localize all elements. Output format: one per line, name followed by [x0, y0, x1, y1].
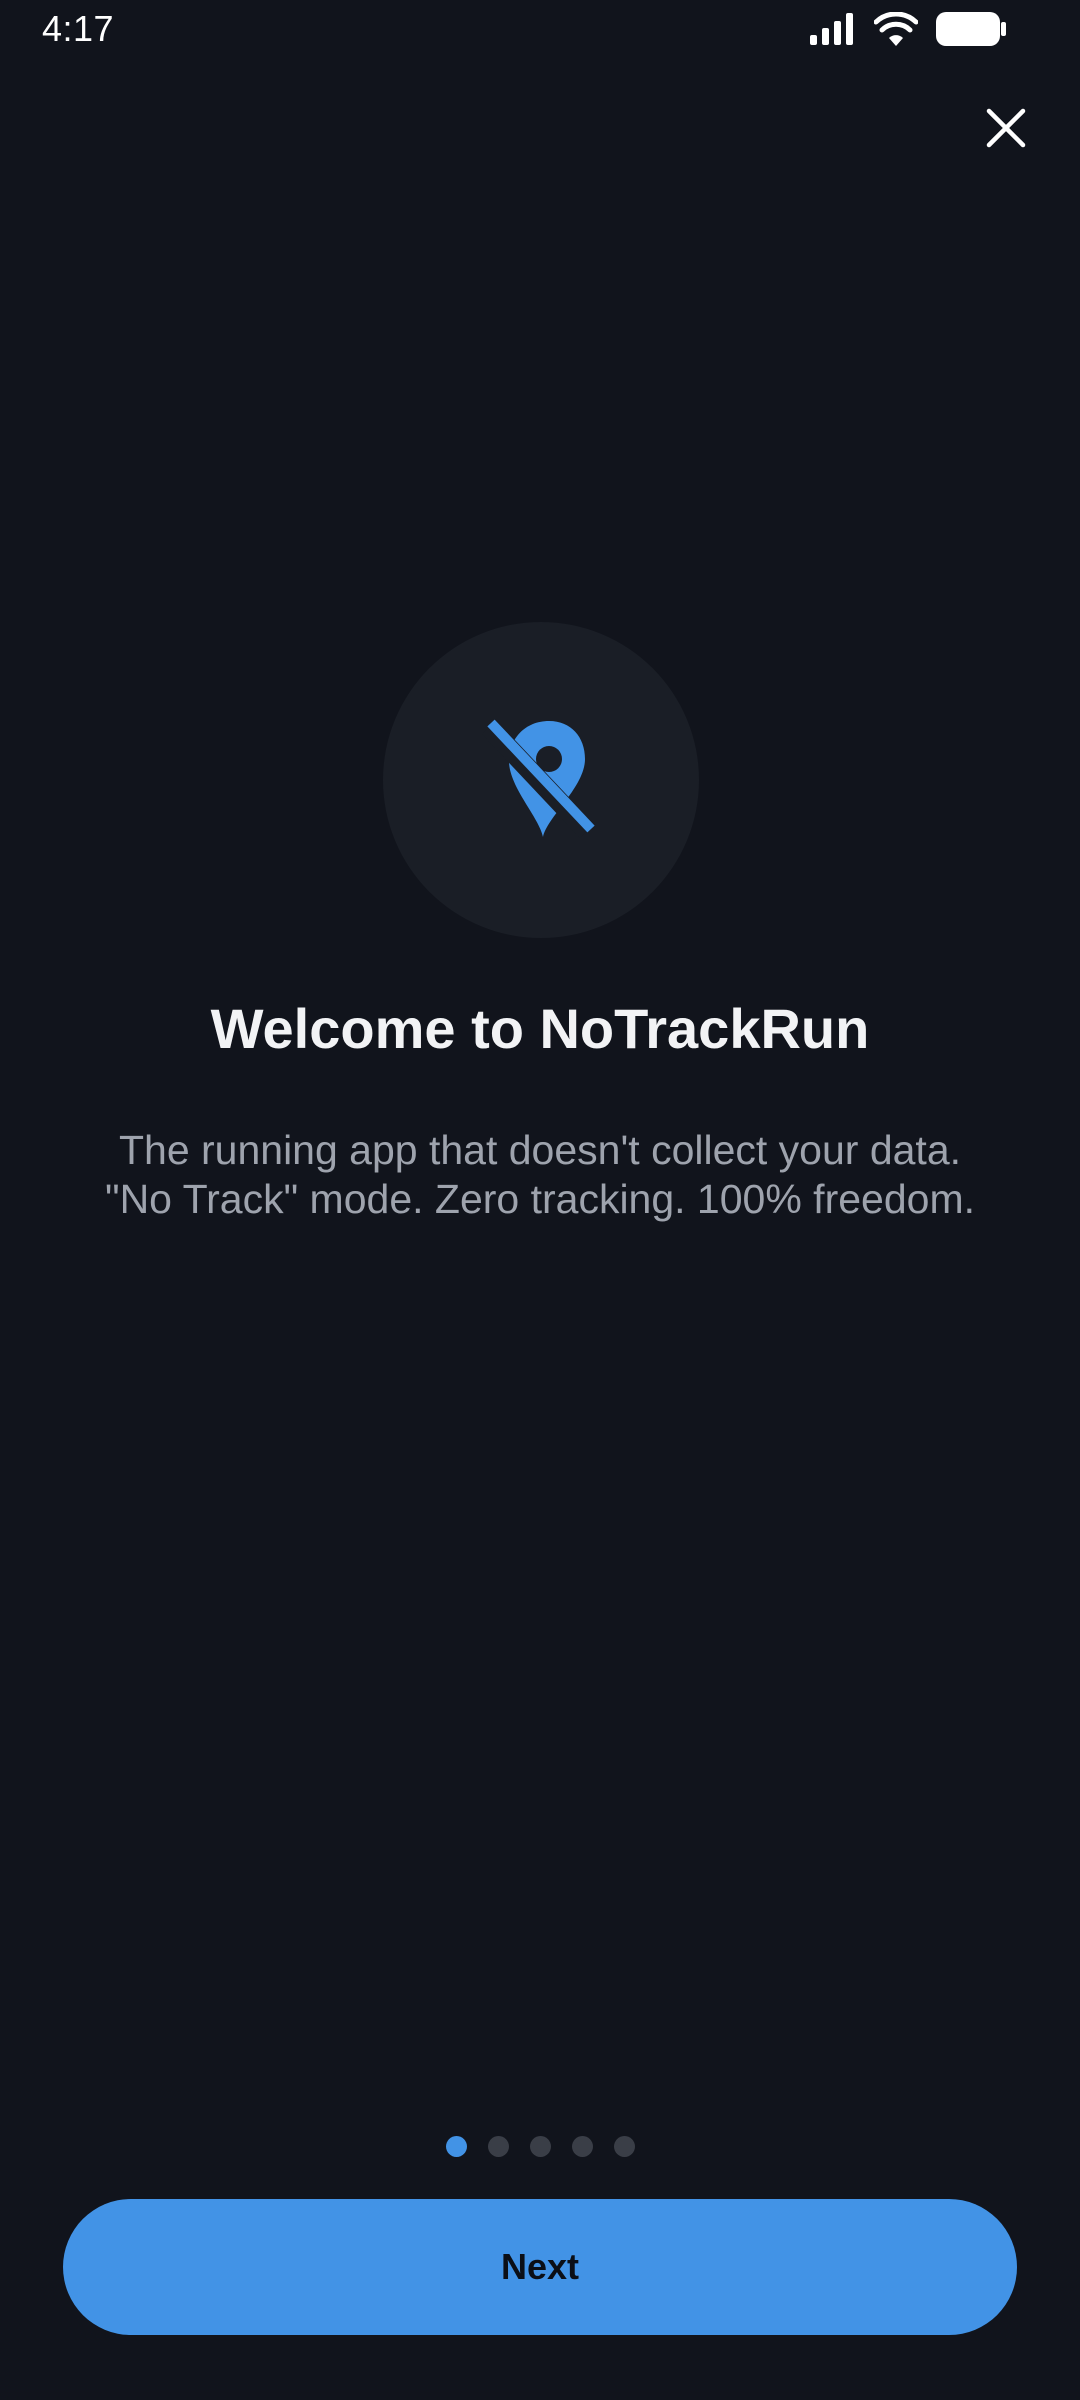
subtitle-line: "No Track" mode. Zero tracking. 100% fre…: [105, 1176, 975, 1222]
status-bar: 4:17: [0, 0, 1080, 60]
location-off-icon: [481, 713, 601, 848]
page-dot-4: [571, 2136, 593, 2157]
page-dot-5: [613, 2136, 635, 2157]
status-time: 4:17: [42, 8, 115, 49]
onboarding-screen: 4:17 Welcome to NoTrackRun The running a…: [0, 0, 1080, 2400]
subtitle-line: The running app that doesn't collect you…: [118, 1127, 962, 1173]
next-button[interactable]: Next: [63, 2199, 1017, 2335]
page-dot-2: [487, 2136, 509, 2157]
page-indicator: [0, 2136, 1080, 2157]
page-dot-3: [529, 2136, 551, 2157]
page-dot-1: [445, 2136, 467, 2157]
wifi-icon: [874, 12, 918, 46]
welcome-title: Welcome to NoTrackRun: [210, 997, 870, 1060]
welcome-subtitle: The running app that doesn't collect you…: [60, 1126, 1020, 1224]
battery-icon: [936, 12, 1006, 46]
close-icon: [986, 108, 1026, 153]
hero-icon-circle: [383, 622, 699, 938]
signal-icon: [810, 13, 856, 45]
status-icons: [810, 12, 1006, 46]
close-button[interactable]: [966, 90, 1046, 170]
